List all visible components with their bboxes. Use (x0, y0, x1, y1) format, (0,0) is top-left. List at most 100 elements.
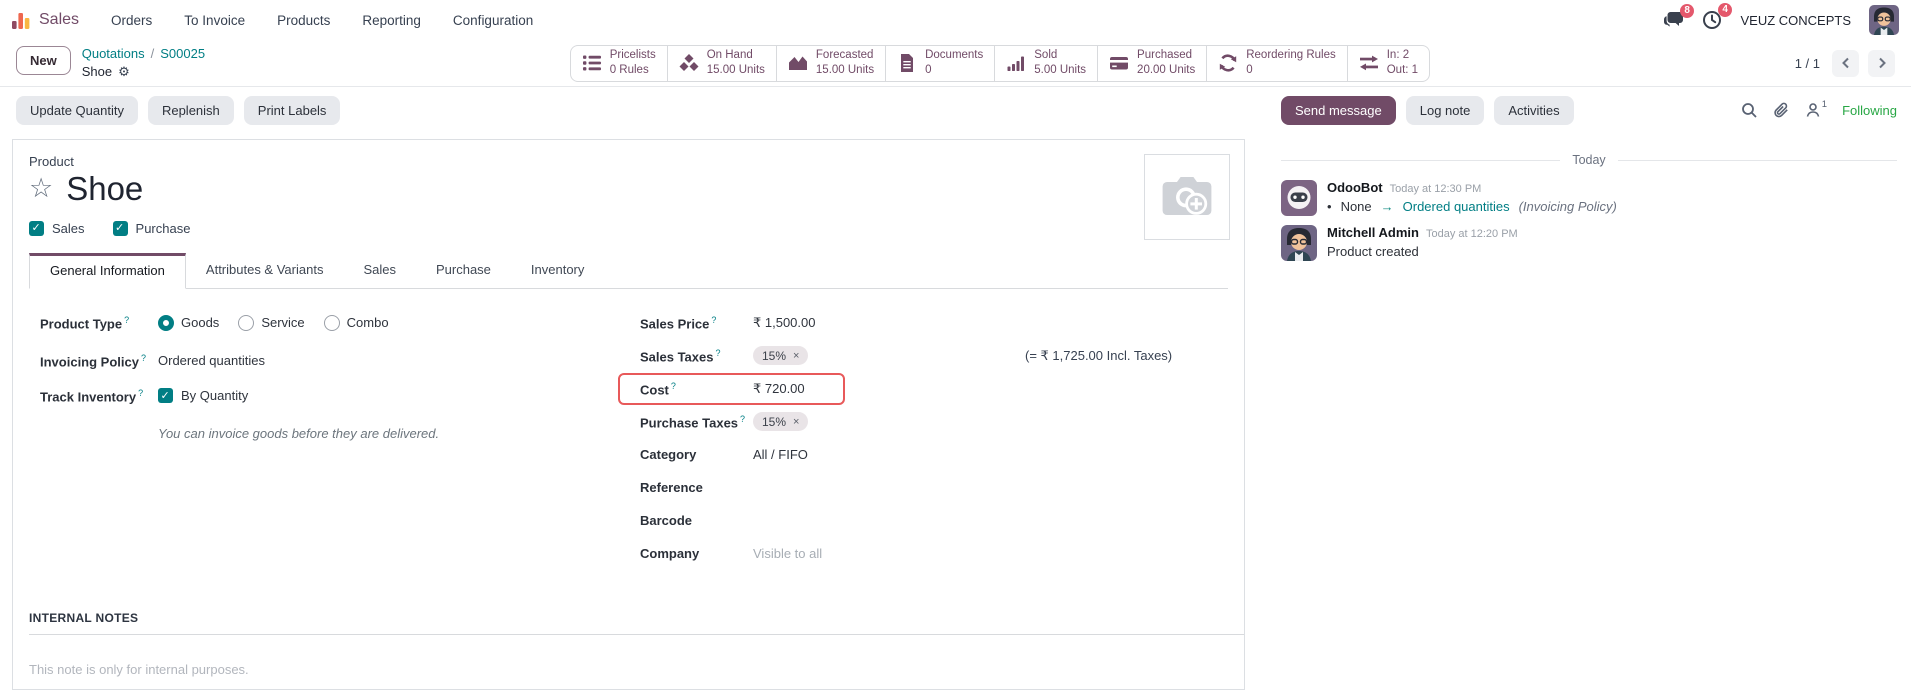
menu-to-invoice[interactable]: To Invoice (184, 13, 245, 28)
notebook-tabs: General Information Attributes & Variant… (29, 252, 1228, 289)
breadcrumb-record[interactable]: S00025 (160, 45, 205, 63)
stat-label: In: 2 (1386, 48, 1410, 61)
stat-purchased[interactable]: Purchased 20.00 Units (1097, 45, 1206, 81)
sales-price-input[interactable]: ₹ 1,500.00 (753, 315, 816, 331)
internal-notes-divider (29, 633, 1244, 635)
purchase-checkbox-label: Purchase (135, 220, 191, 236)
follower-count: 1 (1821, 99, 1828, 110)
stat-label: Sold (1034, 48, 1058, 61)
stat-sold[interactable]: Sold 5.00 Units (994, 45, 1097, 81)
top-navbar: Sales Orders To Invoice Products Reporti… (0, 0, 1911, 40)
chatter-panel: Today OdooBot Today at 12:30 PM • None →… (1271, 133, 1911, 698)
search-messages-icon[interactable] (1741, 102, 1758, 119)
tracking-old-value: None (1340, 199, 1372, 214)
stat-label: Purchased (1137, 48, 1193, 61)
track-inventory-value[interactable]: By Quantity (181, 388, 248, 403)
log-note-button[interactable]: Log note (1405, 95, 1485, 125)
remove-tag-icon[interactable]: × (793, 350, 799, 362)
menu-products[interactable]: Products (277, 13, 330, 28)
message-author[interactable]: OdooBot (1327, 180, 1383, 195)
product-form-sheet: Product ☆ Shoe Sales Purchase (12, 139, 1245, 690)
new-button[interactable]: New (16, 45, 71, 75)
remove-tag-icon[interactable]: × (793, 416, 799, 428)
stat-label: Pricelists (609, 48, 656, 61)
date-divider: Today (1281, 153, 1897, 167)
stat-value: 15.00 Units (706, 64, 765, 76)
stat-on-hand[interactable]: On Hand 15.00 Units (666, 45, 776, 81)
stat-button-group: Pricelists 0 Rules On Hand 15.00 Units F… (569, 44, 1431, 82)
help-icon: ? (715, 347, 721, 358)
invoicing-helper-text: You can invoice goods before they are de… (158, 425, 440, 441)
sales-checkbox[interactable] (29, 220, 44, 236)
update-quantity-button[interactable]: Update Quantity (16, 95, 138, 125)
product-image-upload[interactable] (1144, 154, 1230, 240)
radio-service[interactable]: Service (238, 314, 305, 331)
tab-inventory[interactable]: Inventory (511, 253, 604, 288)
menu-configuration[interactable]: Configuration (453, 13, 533, 28)
radio-combo-control[interactable] (323, 314, 340, 331)
menu-orders[interactable]: Orders (111, 13, 152, 28)
gear-icon[interactable]: ⚙ (118, 63, 130, 81)
reference-label: Reference (640, 480, 703, 496)
app-name[interactable]: Sales (39, 11, 79, 29)
user-avatar[interactable] (1869, 5, 1899, 35)
attachment-paperclip-icon[interactable] (1773, 102, 1790, 119)
breadcrumb-quotations[interactable]: Quotations (82, 45, 145, 63)
stat-in-out[interactable]: In: 2 Out: 1 (1346, 45, 1429, 81)
favorite-star-icon[interactable]: ☆ (29, 175, 53, 202)
following-toggle[interactable]: Following (1842, 103, 1897, 118)
stat-pricelists[interactable]: Pricelists 0 Rules (571, 46, 667, 81)
bar-chart-icon (1006, 53, 1026, 73)
sales-price-label: Sales Price? (640, 314, 717, 332)
purchase-tax-tag[interactable]: 15% × (753, 412, 809, 432)
category-label: Category (640, 447, 697, 463)
pager-previous-button[interactable] (1832, 49, 1859, 77)
replenish-button[interactable]: Replenish (147, 95, 234, 125)
track-inventory-checkbox[interactable] (158, 388, 173, 404)
stat-forecasted[interactable]: Forecasted 15.00 Units (775, 45, 885, 81)
purchase-checkbox[interactable] (112, 220, 128, 236)
odoo-apps-logo-icon[interactable] (10, 9, 32, 31)
tab-general-information[interactable]: General Information (29, 252, 186, 289)
cost-label: Cost? (640, 380, 676, 398)
action-bar: Update Quantity Replenish Print Labels S… (0, 87, 1911, 133)
radio-combo[interactable]: Combo (323, 314, 389, 331)
print-labels-button[interactable]: Print Labels (243, 95, 341, 125)
company-input[interactable]: Visible to all (753, 546, 822, 561)
company-label: Company (640, 546, 700, 562)
send-message-button[interactable]: Send message (1281, 95, 1396, 125)
activities-button[interactable]: Activities (1494, 95, 1574, 125)
tab-purchase[interactable]: Purchase (416, 253, 511, 288)
stat-documents[interactable]: Documents 0 (885, 45, 994, 81)
messages-icon[interactable]: 8 (1663, 3, 1695, 30)
cost-input[interactable]: ₹ 720.00 (753, 381, 805, 397)
radio-goods-control[interactable] (158, 314, 174, 331)
pager-next-button[interactable] (1868, 49, 1895, 77)
internal-notes-input[interactable]: This note is only for internal purposes. (29, 662, 1228, 677)
radio-service-control[interactable] (238, 314, 255, 331)
activities-clock-icon[interactable]: 4 (1702, 3, 1733, 30)
menu-reporting[interactable]: Reporting (362, 13, 421, 28)
followers-icon[interactable]: 1 (1805, 99, 1828, 118)
credit-card-icon (1109, 53, 1129, 73)
camera-plus-icon (1162, 177, 1212, 215)
category-value[interactable]: All / FIFO (753, 447, 808, 462)
message-author[interactable]: Mitchell Admin (1327, 225, 1419, 240)
sales-tax-tag[interactable]: 15% × (753, 346, 809, 366)
tracking-new-value[interactable]: Ordered quantities (1403, 199, 1510, 214)
area-chart-icon (788, 53, 808, 73)
invoicing-policy-value[interactable]: Ordered quantities (158, 353, 265, 368)
breadcrumb-current: Shoe (81, 63, 113, 79)
control-panel: New Quotations / S00025 Shoe ⚙ Pricelist… (0, 40, 1911, 87)
radio-goods[interactable]: Goods (158, 314, 219, 331)
tab-attributes-variants[interactable]: Attributes & Variants (186, 253, 344, 288)
tab-sales[interactable]: Sales (343, 253, 416, 288)
company-switcher[interactable]: VEUZ CONCEPTS (1740, 13, 1851, 28)
messages-badge: 8 (1679, 3, 1695, 18)
track-inventory-label: Track Inventory? (40, 387, 144, 405)
stat-reordering-rules[interactable]: Reordering Rules 0 (1206, 45, 1347, 81)
mitchell-admin-avatar[interactable] (1281, 225, 1317, 261)
internal-notes-heading: INTERNAL NOTES (29, 610, 139, 625)
product-name-input[interactable]: Shoe (66, 170, 143, 208)
odoobot-avatar[interactable] (1281, 180, 1317, 216)
